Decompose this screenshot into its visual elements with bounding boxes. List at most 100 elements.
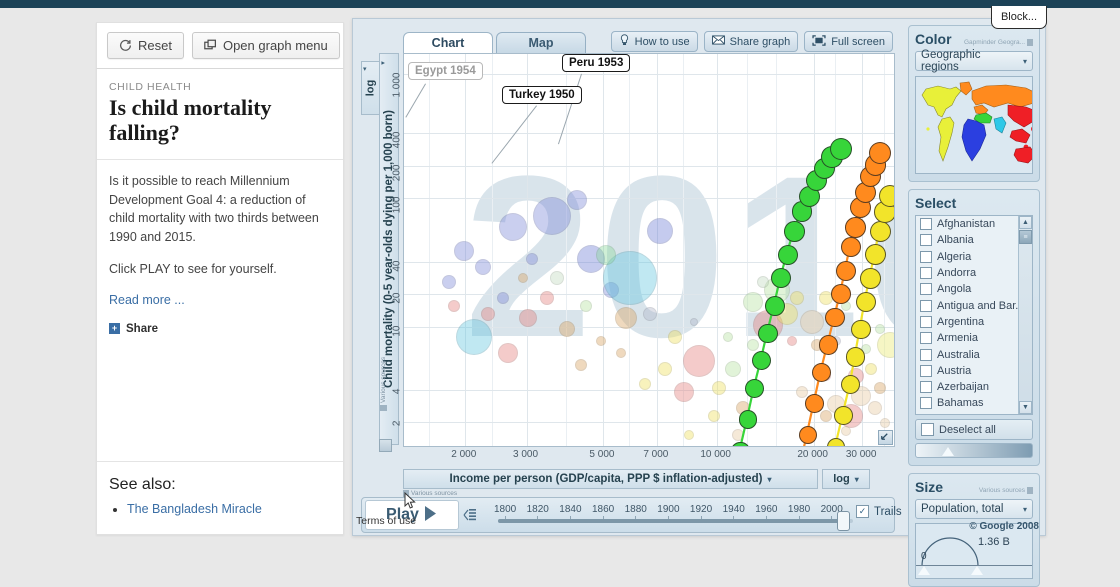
country-checkbox[interactable] xyxy=(920,332,932,345)
reset-button[interactable]: Reset xyxy=(107,32,184,59)
scatter-plot[interactable]: 2010 Egypt 1954Turkey 1950Peru 1953 xyxy=(403,53,895,447)
opacity-slider-handle[interactable] xyxy=(941,447,954,456)
bubble-peru[interactable] xyxy=(850,319,871,340)
world-map-legend[interactable] xyxy=(915,76,1033,174)
size-indicator-value: Population, total xyxy=(921,503,1004,515)
bubble-egypt[interactable] xyxy=(745,378,765,398)
trails-checkbox[interactable]: ✓ xyxy=(856,505,869,518)
bubble-turkey[interactable] xyxy=(811,362,832,383)
country-list-items[interactable]: Afghanistan Albania Algeria Andorra Angola An… xyxy=(916,216,1032,414)
bubble-peru[interactable] xyxy=(869,220,891,242)
trails-toggle[interactable]: ✓ Trails xyxy=(856,505,902,518)
country-checkbox[interactable] xyxy=(920,315,932,328)
block-tab[interactable]: Block... xyxy=(991,6,1047,29)
country-checkbox[interactable] xyxy=(920,364,932,377)
bubble-turkey[interactable] xyxy=(818,335,838,355)
country-list-item[interactable]: Argentina xyxy=(916,314,1032,330)
country-checkbox[interactable] xyxy=(920,381,932,394)
bubble-egypt[interactable] xyxy=(738,410,758,429)
deselect-all-row[interactable]: Deselect all xyxy=(915,419,1033,440)
bubble-peru[interactable] xyxy=(846,347,866,367)
table-icon[interactable] xyxy=(1027,39,1033,46)
bubble-peru[interactable] xyxy=(841,374,861,394)
country-checkbox[interactable] xyxy=(920,267,932,280)
bubble-turkey[interactable] xyxy=(831,284,852,305)
full-screen-button[interactable]: Full screen xyxy=(804,31,893,52)
country-checkbox[interactable] xyxy=(920,397,932,410)
tab-chart[interactable]: Chart xyxy=(403,32,493,54)
size-indicator-select[interactable]: Population, total ▾ xyxy=(915,499,1033,519)
bubble-egypt[interactable] xyxy=(758,323,778,344)
country-checkbox[interactable] xyxy=(920,283,932,296)
scroll-down-button[interactable]: ▼ xyxy=(1019,401,1032,414)
bubble-turkey[interactable] xyxy=(835,260,857,281)
color-panel-title: Color xyxy=(915,31,952,47)
speed-icon[interactable] xyxy=(463,507,477,523)
scroll-up-button[interactable]: ▲ xyxy=(1019,216,1032,229)
how-to-use-button[interactable]: How to use xyxy=(610,31,698,52)
timeline-year-label: 1900 xyxy=(657,504,680,515)
article-paragraph-2: Click PLAY to see for yourself. xyxy=(109,262,277,276)
color-indicator-select[interactable]: Geographic regions ▾ xyxy=(915,49,1033,73)
terms-of-use-link[interactable]: Terms of use xyxy=(356,515,416,527)
country-list-item[interactable]: Antigua and Bar... xyxy=(916,297,1032,313)
y-axis-data-icon[interactable] xyxy=(379,439,392,452)
bubble-egypt[interactable] xyxy=(829,138,852,161)
share-graph-button[interactable]: Share graph xyxy=(703,31,799,52)
bubble-egypt[interactable] xyxy=(784,221,805,242)
table-icon-size[interactable] xyxy=(1027,487,1033,494)
country-list-item[interactable]: Andorra xyxy=(916,265,1032,281)
country-checkbox[interactable] xyxy=(920,348,932,361)
timeline-slider-handle[interactable] xyxy=(837,511,851,531)
country-list-item[interactable]: Azerbaijan xyxy=(916,379,1032,395)
country-list-item[interactable]: Austria xyxy=(916,363,1032,379)
read-more-link[interactable]: Read more ... xyxy=(109,293,185,307)
bubble-peru[interactable] xyxy=(860,268,881,289)
y-axis-tick-label: 10 xyxy=(391,325,403,337)
bubble-turkey[interactable] xyxy=(845,217,867,238)
country-label-egypt[interactable]: Egypt 1954 xyxy=(408,62,483,80)
size-max-handle[interactable] xyxy=(971,566,983,575)
trails-label: Trails xyxy=(874,505,902,518)
x-axis-scale-select[interactable]: log ▾ xyxy=(822,469,870,489)
country-label-peru[interactable]: Peru 1953 xyxy=(562,54,631,72)
share-row[interactable]: + Share xyxy=(109,323,331,335)
timeline-slider[interactable] xyxy=(498,519,853,523)
bubble-egypt[interactable] xyxy=(765,296,785,316)
timeline-year-label: 1980 xyxy=(787,504,811,515)
bubble-egypt[interactable] xyxy=(777,244,798,266)
country-list-item[interactable]: Angola xyxy=(916,281,1032,297)
deselect-all-checkbox[interactable] xyxy=(921,423,934,436)
country-checkbox[interactable] xyxy=(920,250,932,263)
see-also-link[interactable]: The Bangladesh Miracle xyxy=(127,502,262,516)
country-list-item[interactable]: Armenia xyxy=(916,330,1032,346)
open-graph-menu-button[interactable]: Open graph menu xyxy=(191,32,340,59)
size-min-handle[interactable] xyxy=(918,566,930,575)
country-label-turkey[interactable]: Turkey 1950 xyxy=(502,86,582,104)
country-list-item[interactable]: Australia xyxy=(916,346,1032,362)
country-list[interactable]: Afghanistan Albania Algeria Andorra Angola An… xyxy=(915,215,1033,415)
country-list-item[interactable]: Afghanistan xyxy=(916,216,1032,232)
copyright-label: © Google 2008 xyxy=(969,521,1039,532)
bubble-peru[interactable] xyxy=(834,406,853,425)
country-checkbox[interactable] xyxy=(920,234,932,247)
x-axis-tick-label: 10 000 xyxy=(700,449,731,460)
x-axis-title-select[interactable]: Income per person (GDP/capita, PPP $ inf… xyxy=(403,469,818,489)
country-checkbox[interactable] xyxy=(920,218,932,231)
country-list-scrollbar[interactable]: ▲ ≡ ▼ xyxy=(1018,216,1032,414)
source-icon xyxy=(380,405,387,411)
scroll-thumb[interactable]: ≡ xyxy=(1019,230,1032,244)
browser-top-bar xyxy=(0,0,1120,8)
plot-resize-handle[interactable] xyxy=(878,430,893,445)
see-also-section: See also: The Bangladesh Miracle xyxy=(97,462,343,534)
country-checkbox[interactable] xyxy=(920,413,932,414)
country-list-item[interactable]: Albania xyxy=(916,232,1032,248)
country-list-item[interactable]: Algeria xyxy=(916,249,1032,265)
opacity-slider[interactable] xyxy=(915,443,1033,458)
country-list-item[interactable]: Bahrain xyxy=(916,412,1032,414)
country-checkbox[interactable] xyxy=(920,299,932,312)
tab-map[interactable]: Map xyxy=(496,32,586,54)
country-list-item[interactable]: Bahamas xyxy=(916,395,1032,411)
bubble-peru[interactable] xyxy=(879,185,894,208)
bubble-peru[interactable] xyxy=(855,291,876,312)
